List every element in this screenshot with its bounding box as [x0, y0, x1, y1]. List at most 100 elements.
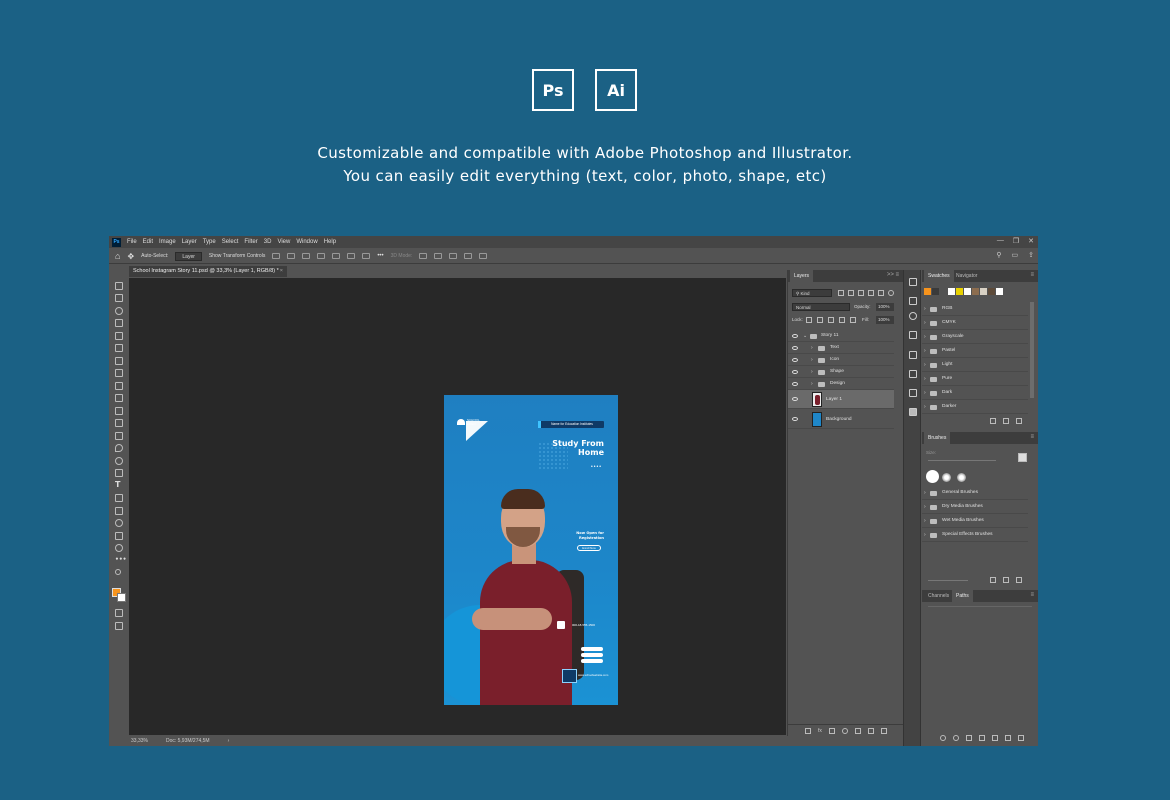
roll-icon[interactable] — [434, 253, 443, 259]
quick-select-tool-icon[interactable] — [115, 319, 123, 327]
swatch-group[interactable]: › Pure — [922, 372, 1028, 386]
align-center-icon[interactable] — [287, 253, 296, 259]
clone-stamp-tool-icon[interactable] — [115, 382, 123, 390]
new-group-icon[interactable] — [854, 727, 861, 734]
menu-view[interactable]: View — [277, 239, 290, 245]
swatch-color[interactable] — [972, 288, 979, 295]
info-icon[interactable] — [909, 312, 917, 320]
blur-tool-icon[interactable] — [115, 444, 123, 452]
history-icon[interactable] — [909, 278, 917, 286]
menu-type[interactable]: Type — [203, 239, 216, 245]
align-top-icon[interactable] — [317, 253, 326, 259]
workspace-icon[interactable]: ▭ — [1012, 251, 1019, 259]
video-camera-icon[interactable] — [479, 253, 488, 259]
layer-row[interactable]: Background — [788, 410, 894, 429]
zoom-level[interactable]: 33,33% — [131, 738, 148, 744]
brush-group[interactable]: › Wet Media Brushes — [922, 514, 1028, 528]
brush-group[interactable]: › Special Effects Brushes — [922, 528, 1028, 542]
brush-tool-icon[interactable] — [115, 369, 123, 377]
menu-edit[interactable]: Edit — [143, 239, 153, 245]
lock-artboard-icon[interactable] — [839, 317, 845, 323]
swatch-color[interactable] — [956, 288, 963, 295]
menu-help[interactable]: Help — [324, 239, 336, 245]
tab-paths[interactable]: Paths — [952, 590, 973, 602]
marquee-tool-icon[interactable] — [115, 294, 123, 302]
chevron-right-icon[interactable]: › — [811, 342, 813, 354]
eraser-tool-icon[interactable] — [115, 419, 123, 427]
canvas-area[interactable]: SCHOOL LOGO Name for Education Institute… — [129, 278, 786, 735]
chevron-right-icon[interactable]: › — [811, 354, 813, 366]
load-selection-icon[interactable] — [966, 735, 972, 741]
add-mask-icon[interactable] — [992, 735, 998, 741]
visibility-eye-icon[interactable] — [792, 417, 798, 421]
trash-icon[interactable] — [1018, 735, 1024, 741]
chevron-right-icon[interactable]: › — [924, 500, 926, 514]
clone-source-icon[interactable] — [909, 370, 917, 378]
new-group-icon[interactable] — [990, 418, 996, 424]
swatch-color[interactable] — [924, 288, 931, 295]
swatch-color[interactable] — [964, 288, 971, 295]
chevron-right-icon[interactable]: › — [924, 400, 926, 414]
fill-path-icon[interactable] — [940, 735, 946, 741]
more-options-button[interactable]: ••• — [377, 253, 383, 259]
tab-channels[interactable]: Channels — [924, 590, 953, 602]
type-filter-icon[interactable] — [858, 290, 864, 296]
link-layers-icon[interactable] — [805, 727, 812, 734]
swatch-color[interactable] — [996, 288, 1003, 295]
pixel-filter-icon[interactable] — [838, 290, 844, 296]
brushes-panel-menu[interactable]: ≡ — [1030, 434, 1034, 440]
new-brush-icon[interactable] — [1003, 577, 1009, 583]
default-colors-icon[interactable] — [115, 569, 121, 575]
smart-object-filter-icon[interactable] — [878, 290, 884, 296]
brush-preview-slider[interactable] — [928, 580, 968, 581]
chevron-right-icon[interactable]: › — [924, 528, 926, 542]
layer-row[interactable]: › Text — [788, 342, 894, 354]
layer-row[interactable]: ⌄ Story 11 — [788, 330, 894, 342]
align-left-icon[interactable] — [272, 253, 281, 259]
swatch-group[interactable]: › Dark — [922, 386, 1028, 400]
chevron-right-icon[interactable]: › — [924, 330, 926, 344]
eyedropper-tool-icon[interactable] — [115, 344, 123, 352]
brush-tip-soft[interactable] — [942, 473, 951, 482]
swatch-group[interactable]: › RGB — [922, 302, 1028, 316]
pen-tool-icon[interactable] — [115, 469, 123, 477]
orbit-icon[interactable] — [419, 253, 428, 259]
new-path-icon[interactable] — [1005, 735, 1011, 741]
transform-controls-checkbox[interactable]: Show Transform Controls — [209, 253, 265, 259]
brush-tip-hard[interactable] — [926, 470, 939, 483]
auto-select-dropdown[interactable]: Layer — [175, 251, 202, 261]
crop-tool-icon[interactable] — [115, 332, 123, 340]
more-tools-icon[interactable]: ••• — [115, 556, 127, 563]
trash-icon[interactable] — [1016, 577, 1022, 583]
direct-selection-tool-icon[interactable] — [115, 507, 123, 515]
chevron-right-icon[interactable]: › — [924, 316, 926, 330]
brush-tip-soft-2[interactable] — [957, 473, 966, 482]
stroke-path-icon[interactable] — [953, 735, 959, 741]
menu-file[interactable]: File — [127, 239, 137, 245]
blend-mode-dropdown[interactable]: Normal — [792, 303, 850, 311]
properties-icon[interactable] — [909, 389, 917, 397]
align-bottom-icon[interactable] — [347, 253, 356, 259]
swatch-color[interactable] — [988, 288, 995, 295]
path-selection-tool-icon[interactable] — [115, 494, 123, 502]
tab-brushes[interactable]: Brushes — [924, 432, 951, 444]
close-document-icon[interactable]: × — [280, 266, 283, 277]
swatch-color[interactable] — [948, 288, 955, 295]
brush-group[interactable]: › Dry Media Brushes — [922, 500, 1028, 514]
menu-window[interactable]: Window — [296, 239, 317, 245]
layer-row[interactable]: › Icon — [788, 354, 894, 366]
zoom-tool-icon[interactable] — [115, 544, 123, 552]
gradient-tool-icon[interactable] — [115, 432, 123, 440]
swatch-group[interactable]: › Darker — [922, 400, 1028, 414]
visibility-eye-icon[interactable] — [792, 397, 798, 401]
stamp-tool-icon[interactable] — [115, 407, 123, 415]
close-window-button[interactable]: ✕ — [1028, 237, 1034, 245]
fill-input[interactable]: 100% — [876, 316, 894, 324]
visibility-eye-icon[interactable] — [792, 358, 798, 362]
dodge-tool-icon[interactable] — [115, 457, 123, 465]
adjustment-filter-icon[interactable] — [848, 290, 854, 296]
align-right-icon[interactable] — [302, 253, 311, 259]
type-tool-icon[interactable]: T — [115, 480, 120, 489]
filter-toggle-icon[interactable] — [888, 290, 894, 296]
trash-icon[interactable] — [880, 727, 887, 734]
